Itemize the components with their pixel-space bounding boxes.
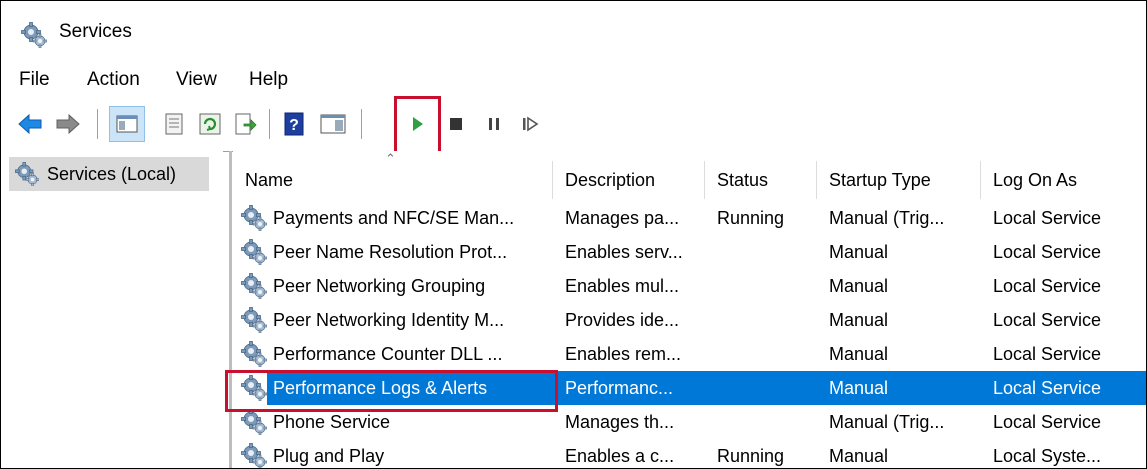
menu-help[interactable]: Help <box>249 69 288 91</box>
list-header: Name Description Status Startup Type Log… <box>233 161 1146 199</box>
service-name: Peer Networking Identity M... <box>273 309 505 330</box>
service-gear-icon <box>241 443 267 469</box>
column-header-startup-type[interactable]: Startup Type <box>817 161 981 199</box>
column-header-log-on-as[interactable]: Log On As <box>981 161 1146 199</box>
service-status <box>717 371 817 405</box>
service-description: Manages th... <box>565 411 675 432</box>
service-description: Manages pa... <box>565 207 680 228</box>
back-icon[interactable] <box>17 111 43 137</box>
service-description: Provides ide... <box>565 309 680 330</box>
service-log-on-as: Local Service <box>993 207 1102 228</box>
service-log-on-as: Local Service <box>993 377 1102 398</box>
service-startup-type: Manual <box>829 275 889 296</box>
service-name: Peer Networking Grouping <box>273 275 486 296</box>
service-status <box>717 269 817 303</box>
services-list: ⌃ Name Description Status Startup Type L… <box>233 151 1146 468</box>
service-startup-type: Manual <box>829 445 889 466</box>
table-row[interactable]: Peer Networking Identity M... Provides id… <box>233 303 1146 337</box>
menu-view[interactable]: View <box>176 69 217 91</box>
toolbar-separator <box>97 109 98 139</box>
service-status <box>717 405 817 439</box>
table-row[interactable]: Plug and Play Enables a c... Running Manual… <box>233 439 1146 469</box>
window-title: Services <box>59 21 132 42</box>
console-tree: Services (Local) <box>1 151 223 468</box>
service-gear-icon <box>241 273 267 299</box>
service-description: Enables rem... <box>565 343 682 364</box>
service-startup-type: Manual <box>829 309 889 330</box>
forward-icon[interactable] <box>55 111 81 137</box>
selected-row-highlight <box>225 370 558 412</box>
tree-item-label: Services (Local) <box>47 163 177 184</box>
service-startup-type: Manual (Trig... <box>829 207 945 228</box>
svg-text:?: ? <box>289 117 299 134</box>
service-gear-icon <box>241 205 267 231</box>
service-status: Running <box>717 207 785 228</box>
table-row[interactable]: Peer Name Resolution Prot... Enables serv… <box>233 235 1146 269</box>
resume-service-icon[interactable] <box>517 111 543 137</box>
service-log-on-as: Local Service <box>993 309 1102 330</box>
column-header-name[interactable]: Name <box>233 161 553 199</box>
service-log-on-as: Local Syste... <box>993 445 1102 466</box>
title-bar: Services <box>1 1 1146 63</box>
stop-service-icon[interactable] <box>443 111 469 137</box>
toolbar: ? <box>1 99 1146 152</box>
service-status: Running <box>717 445 785 466</box>
service-startup-type: Manual (Trig... <box>829 411 945 432</box>
menu-bar: File Action View Help <box>1 63 1146 99</box>
service-description: Enables serv... <box>565 241 683 262</box>
pane-splitter[interactable] <box>229 151 232 468</box>
column-header-status[interactable]: Status <box>705 161 817 199</box>
service-status <box>717 303 817 337</box>
service-gear-icon <box>241 341 267 367</box>
show-hide-action-pane-icon[interactable] <box>315 111 351 137</box>
service-log-on-as: Local Service <box>993 411 1102 432</box>
service-status <box>717 337 817 371</box>
table-row[interactable]: Payments and NFC/SE Man... Manages pa... R… <box>233 201 1146 235</box>
pause-service-icon[interactable] <box>481 111 507 137</box>
toolbar-separator <box>269 109 270 139</box>
start-button-highlight <box>394 96 441 155</box>
properties-icon[interactable] <box>161 111 187 137</box>
refresh-icon[interactable] <box>197 111 223 137</box>
service-status <box>717 235 817 269</box>
service-name: Payments and NFC/SE Man... <box>273 207 515 228</box>
service-log-on-as: Local Service <box>993 343 1102 364</box>
service-gear-icon <box>241 409 267 435</box>
toolbar-separator <box>361 109 362 139</box>
menu-action[interactable]: Action <box>87 69 140 91</box>
service-name: Performance Counter DLL ... <box>273 343 503 364</box>
service-name: Plug and Play <box>273 445 385 466</box>
service-startup-type: Manual <box>829 241 889 262</box>
tree-item-services-local[interactable]: Services (Local) <box>9 157 209 191</box>
services-window: Services File Action View Help ? Service… <box>0 0 1147 469</box>
service-startup-type: Manual <box>829 377 889 398</box>
services-gear-icon <box>15 162 39 186</box>
services-gear-icon <box>21 22 47 48</box>
service-description: Enables a c... <box>565 445 675 466</box>
table-row[interactable]: Peer Networking Grouping Enables mul... Ma… <box>233 269 1146 303</box>
service-description: Enables mul... <box>565 275 680 296</box>
service-gear-icon <box>241 307 267 333</box>
column-header-description[interactable]: Description <box>553 161 705 199</box>
menu-file[interactable]: File <box>19 69 50 91</box>
service-log-on-as: Local Service <box>993 241 1102 262</box>
service-name: Peer Name Resolution Prot... <box>273 241 508 262</box>
service-gear-icon <box>241 239 267 265</box>
export-list-icon[interactable] <box>233 111 259 137</box>
service-description: Performanc... <box>565 377 674 398</box>
table-row[interactable]: Performance Counter DLL ... Enables rem..… <box>233 337 1146 371</box>
service-log-on-as: Local Service <box>993 275 1102 296</box>
service-startup-type: Manual <box>829 343 889 364</box>
help-icon[interactable]: ? <box>281 111 307 137</box>
show-hide-console-tree-icon[interactable] <box>109 106 145 142</box>
